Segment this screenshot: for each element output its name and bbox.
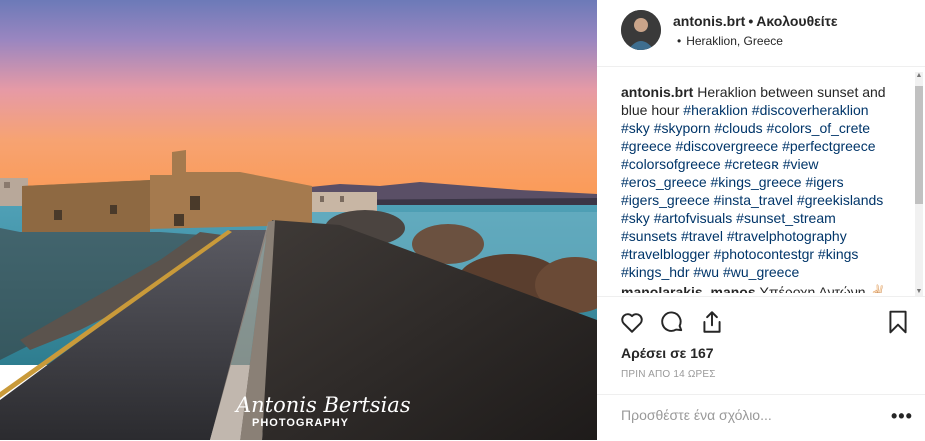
share-icon[interactable] [699, 309, 725, 335]
hashtag-link[interactable]: #igers_greece [621, 192, 710, 208]
hashtag-link[interactable]: #colorsofgreece [621, 156, 721, 172]
add-comment-input[interactable] [621, 407, 861, 423]
comments-area: antonis.brt Heraklion between sunset and… [621, 83, 893, 293]
instagram-post: Antonis Bertsias PHOTOGRAPHY antonis.brt… [0, 0, 925, 440]
post-sidebar: antonis.brt • Ακολουθείτε • Heraklion, Gree… [597, 0, 925, 440]
comment-icon[interactable] [659, 309, 685, 335]
hashtag-link[interactable]: #view [783, 156, 819, 172]
avatar-image [621, 10, 661, 50]
hashtag-link[interactable]: #kings [818, 246, 858, 262]
follow-button[interactable]: Ακολουθείτε [756, 13, 837, 29]
likes-count[interactable]: Αρέσει σε 167 [621, 345, 714, 361]
hashtag-link[interactable]: #eros_greece [621, 174, 707, 190]
hashtag-link[interactable]: #clouds [714, 120, 762, 136]
hashtag-link[interactable]: #greekislands [797, 192, 883, 208]
more-options-button[interactable]: ••• [891, 406, 913, 427]
hashtag-link[interactable]: #discoverheraklion [752, 102, 869, 118]
comment-username[interactable]: manolarakis_manos [621, 284, 756, 293]
scroll-down-arrow[interactable]: ▼ [915, 288, 923, 296]
header-user-line: antonis.brt • Ακολουθείτε [673, 13, 838, 29]
header-username[interactable]: antonis.brt [673, 13, 745, 29]
avatar[interactable] [621, 10, 661, 50]
hashtag-link[interactable]: #colors_of_crete [767, 120, 871, 136]
caption-hashtags: #heraklion #discoverheraklion #sky #skyp… [621, 102, 883, 280]
watermark-sub: PHOTOGRAPHY [252, 417, 349, 429]
hashtag-link[interactable]: #heraklion [683, 102, 748, 118]
bookmark-icon[interactable] [885, 309, 911, 335]
hashtag-link[interactable]: #sky [621, 120, 650, 136]
photo-image: Antonis Bertsias PHOTOGRAPHY [0, 0, 597, 440]
hashtag-link[interactable]: #travelblogger [621, 246, 710, 262]
location-bullet: • [677, 34, 682, 48]
comments-scrollbar[interactable]: ▲ ▼ [915, 72, 923, 296]
hashtag-link[interactable]: #igers [805, 174, 843, 190]
hashtag-link[interactable]: #skyporn [654, 120, 711, 136]
hashtag-link[interactable]: #sunset_stream [736, 210, 836, 226]
post-timestamp[interactable]: ΠΡΙΝ ΑΠΟ 14 ΩΡΕΣ [621, 369, 716, 380]
location-link[interactable]: Heraklion, Greece [686, 34, 783, 48]
hashtag-link[interactable]: #insta_travel [714, 192, 793, 208]
scroll-up-arrow[interactable]: ▲ [915, 72, 923, 80]
hashtag-link[interactable]: #discovergreece [675, 138, 778, 154]
add-comment-bar: ••• [597, 394, 925, 441]
hashtag-link[interactable]: #kings_greece [711, 174, 802, 190]
hashtag-link[interactable]: #photocontestgr [714, 246, 814, 262]
hashtag-link[interactable]: #sunsets [621, 228, 677, 244]
location-line: • Heraklion, Greece [677, 34, 783, 48]
hashtag-link[interactable]: #sky [621, 210, 650, 226]
hashtag-link[interactable]: #greece [621, 138, 672, 154]
post-photo[interactable]: Antonis Bertsias PHOTOGRAPHY [0, 0, 597, 440]
scrollbar-thumb[interactable] [915, 86, 923, 204]
comment: manolarakis_manos Υπέροχη Αντώνη ✌🏻 [621, 283, 893, 293]
post-header: antonis.brt • Ακολουθείτε • Heraklion, Gree… [597, 0, 925, 67]
hashtag-link[interactable]: #wu_greece [723, 264, 799, 280]
hashtag-link[interactable]: #perfectgreece [782, 138, 875, 154]
comment-text: Υπέροχη Αντώνη ✌🏻 [759, 284, 887, 293]
hashtag-link[interactable]: #travel [681, 228, 723, 244]
watermark-name: Antonis Bertsias [234, 393, 411, 417]
hashtag-link[interactable]: #wu [693, 264, 719, 280]
hashtag-link[interactable]: #artofvisuals [654, 210, 733, 226]
header-separator: • [748, 13, 754, 29]
hashtag-link[interactable]: #kings_hdr [621, 264, 690, 280]
caption-username[interactable]: antonis.brt [621, 84, 693, 100]
hashtag-link[interactable]: #travelphotography [727, 228, 847, 244]
caption: antonis.brt Heraklion between sunset and… [621, 83, 893, 281]
hashtag-link[interactable]: #creteɢʀ [725, 156, 779, 172]
heart-icon[interactable] [619, 309, 645, 335]
